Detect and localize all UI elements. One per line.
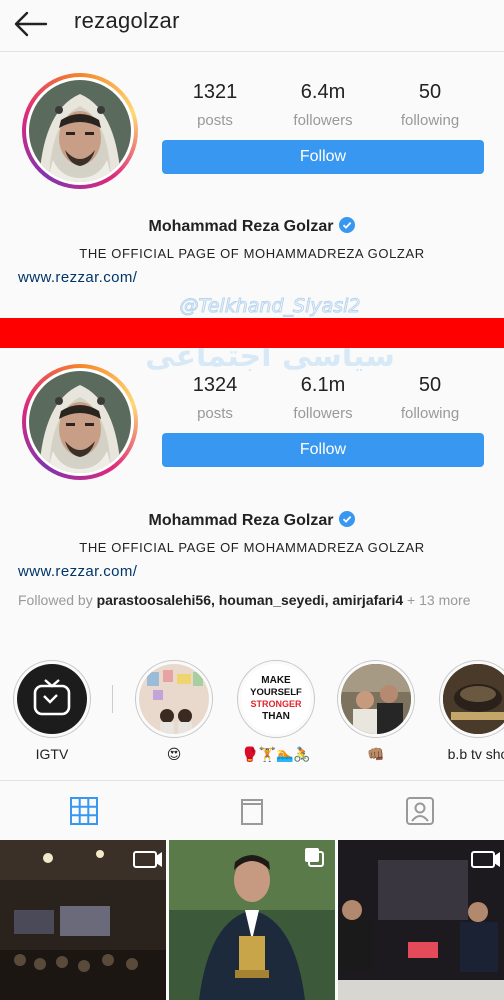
igtv-tab-icon [241, 799, 263, 825]
profile-link[interactable]: www.rezzar.com/ [18, 269, 137, 286]
tab-igtv[interactable] [168, 781, 336, 841]
highlight-cover-text: MAKE YOURSELF STRONGER THAN [250, 675, 302, 722]
highlight-item[interactable]: 😍 [134, 660, 214, 763]
tab-grid[interactable] [0, 781, 168, 841]
avatar[interactable] [22, 73, 138, 189]
follow-button[interactable]: Follow [162, 140, 484, 174]
svg-text:THAN: THAN [262, 711, 290, 722]
profile-link[interactable]: www.rezzar.com/ [18, 563, 137, 580]
followers-count[interactable]: 6.1m followers [278, 374, 368, 422]
top-bar: rezagolzar [0, 0, 504, 52]
followers-count[interactable]: 6.4m followers [278, 81, 368, 129]
username-title: rezagolzar [74, 8, 180, 33]
posts-count[interactable]: 1324 posts [170, 374, 260, 422]
verified-badge-icon [339, 511, 356, 527]
tab-tagged[interactable] [336, 781, 504, 841]
follow-button[interactable]: Follow [162, 433, 484, 467]
profile-bio: THE OFFICIAL PAGE OF MOHAMMADREZA GOLZAR [79, 540, 425, 555]
profile-tabs [0, 780, 504, 840]
followed-by-text[interactable]: Followed by parastoosalehi56, houman_sey… [18, 590, 488, 610]
post-thumbnail[interactable] [0, 840, 166, 1000]
profile-name: Mohammad Reza Golzar [0, 511, 504, 530]
post-thumbnail[interactable] [338, 840, 504, 1000]
svg-text:STRONGER: STRONGER [250, 699, 302, 709]
post-grid [0, 840, 504, 1000]
highlight-item[interactable]: MAKE YOURSELF STRONGER THAN 🥊🏋🏊🚴 [236, 660, 316, 763]
highlight-item[interactable]: 👊🏽 [336, 660, 416, 763]
posts-count[interactable]: 1321 posts [170, 81, 260, 129]
following-count[interactable]: 50 following [385, 374, 475, 422]
arrow-left-icon[interactable] [14, 10, 48, 38]
comparison-separator [0, 318, 504, 348]
svg-text:YOURSELF: YOURSELF [250, 687, 302, 698]
igtv-icon [33, 679, 71, 716]
story-highlights: IGTV 😍 MAKE YOURSELF STRONGER THAN 🥊🏋🏊🚴 … [0, 655, 504, 775]
tagged-icon [406, 797, 434, 825]
highlight-divider [112, 685, 113, 713]
watermark-handle: @Telkhand_Siyasi2 [179, 295, 360, 317]
svg-text:MAKE: MAKE [261, 675, 291, 686]
grid-icon [70, 797, 98, 825]
post-thumbnail[interactable] [169, 840, 335, 1000]
highlight-item[interactable]: b.b tv sho [438, 660, 504, 762]
highlight-igtv[interactable]: IGTV [12, 660, 92, 762]
avatar[interactable] [22, 364, 138, 480]
following-count[interactable]: 50 following [385, 81, 475, 129]
